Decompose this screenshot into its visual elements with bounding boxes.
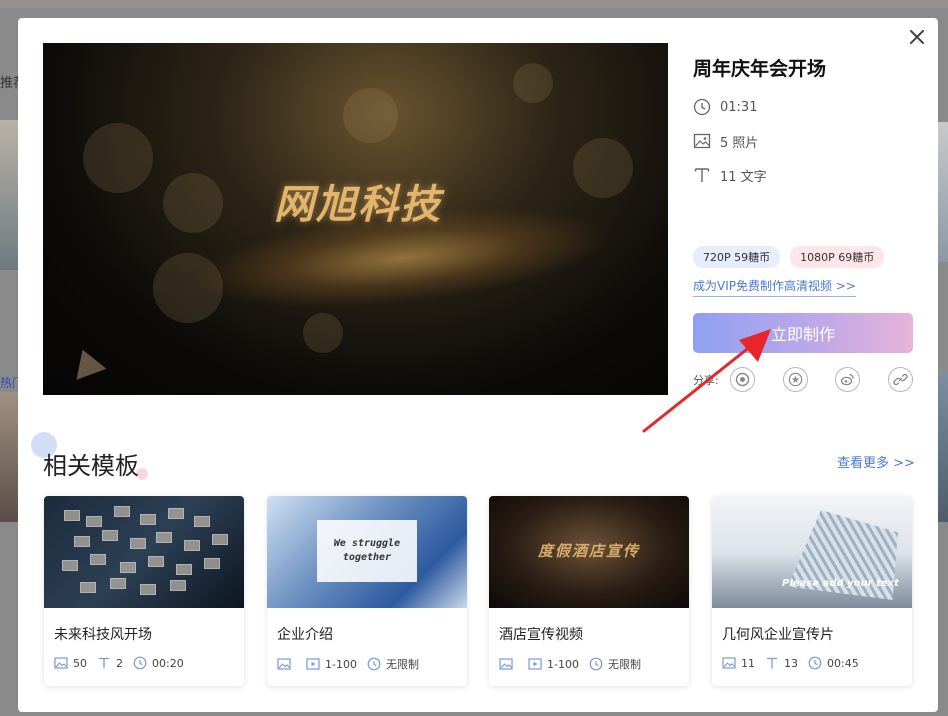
template-meta: 1-100 无限制: [277, 656, 429, 672]
thumbnail-text: 度假酒店宣传: [537, 542, 640, 560]
template-thumbnail: We struggle together: [267, 496, 467, 608]
share-weibo-button[interactable]: [835, 367, 860, 392]
related-templates-heading: 相关模板: [43, 452, 139, 480]
template-detail-modal: 网旭科技 周年庆年会开场 01:31 5 照片 11 文字 720P 59糖币 …: [18, 18, 938, 712]
preview-title-art: 网旭科技: [274, 181, 442, 228]
backdrop-thumbnail: [938, 122, 948, 262]
template-thumbnail: 度假酒店宣传: [489, 496, 689, 608]
backdrop-hot-text: 热门: [0, 376, 18, 390]
clock-icon: [367, 657, 381, 671]
video-preview[interactable]: 网旭科技: [43, 43, 668, 395]
price-1080p-badge: 1080P 69糖币: [790, 246, 885, 268]
link-icon: [893, 373, 908, 386]
backdrop-recommend-text: 推荐: [0, 76, 18, 91]
image-icon: [722, 657, 736, 669]
template-name: 未来科技风开场: [54, 627, 152, 643]
vip-link[interactable]: 成为VIP免费制作高清视频 >>: [693, 277, 856, 297]
template-card[interactable]: 未来科技风开场 50 2 00:20: [44, 496, 244, 686]
share-favorite-button[interactable]: [783, 367, 808, 392]
text-icon: [693, 166, 711, 184]
decorative-triangle: [67, 344, 107, 380]
share-qq-button[interactable]: [730, 367, 755, 392]
price-tags: 720P 59糖币 1080P 69糖币: [693, 246, 885, 268]
template-name: 企业介绍: [277, 627, 333, 643]
weibo-icon: [840, 373, 854, 386]
template-title: 周年庆年会开场: [693, 58, 827, 80]
backdrop-thumbnail: [0, 120, 18, 270]
share-label: 分享:: [693, 374, 719, 387]
backdrop-top-strip: [0, 0, 948, 8]
backdrop-thumbnail: [938, 372, 948, 522]
text-icon: [767, 657, 777, 669]
image-icon: [693, 132, 711, 150]
thumbnail-text: Please add your text: [782, 578, 899, 589]
clock-icon: [133, 656, 147, 670]
image-icon: [54, 657, 68, 669]
video-icon: [528, 658, 542, 670]
thumbnail-text: We struggle together: [317, 520, 417, 582]
clock-icon: [808, 656, 822, 670]
image-icon: [277, 658, 291, 670]
template-thumbnail: [44, 496, 244, 608]
qq-icon: [735, 372, 750, 387]
template-thumbnail: Please add your text: [712, 496, 912, 608]
duration-row: 01:31: [693, 98, 923, 116]
template-meta: 11 13 00:45: [722, 656, 869, 670]
image-icon: [499, 658, 513, 670]
share-bar: 分享:: [693, 367, 923, 393]
star-icon: [788, 372, 803, 387]
text-icon: [99, 657, 109, 669]
close-icon[interactable]: [910, 30, 924, 44]
template-meta: 50 2 00:20: [54, 656, 194, 670]
price-720p-badge: 720P 59糖币: [693, 246, 781, 268]
clock-icon: [693, 98, 711, 116]
template-card[interactable]: Please add your text 几何风企业宣传片 11 13 00:4…: [712, 496, 912, 686]
share-link-button[interactable]: [888, 367, 913, 392]
texts-value: 11 文字: [720, 169, 767, 185]
texts-row: 11 文字: [693, 166, 923, 185]
clock-icon: [589, 657, 603, 671]
template-card[interactable]: 度假酒店宣传 酒店宣传视频 1-100 无限制: [489, 496, 689, 686]
photos-value: 5 照片: [720, 135, 759, 151]
duration-value: 01:31: [720, 99, 758, 115]
photos-row: 5 照片: [693, 132, 923, 151]
template-name: 几何风企业宣传片: [722, 627, 834, 643]
template-info: 周年庆年会开场 01:31 5 照片 11 文字: [693, 54, 923, 185]
related-templates-list: 未来科技风开场 50 2 00:20 We struggle together …: [44, 496, 914, 686]
video-icon: [306, 658, 320, 670]
template-name: 酒店宣传视频: [499, 627, 583, 643]
backdrop-thumbnail: [0, 392, 18, 522]
template-card[interactable]: We struggle together 企业介绍 1-100 无限制: [267, 496, 467, 686]
see-more-link[interactable]: 查看更多 >>: [837, 452, 915, 471]
close-button[interactable]: [906, 26, 928, 48]
make-now-button[interactable]: 立即制作: [693, 313, 913, 353]
template-meta: 1-100 无限制: [499, 656, 651, 672]
